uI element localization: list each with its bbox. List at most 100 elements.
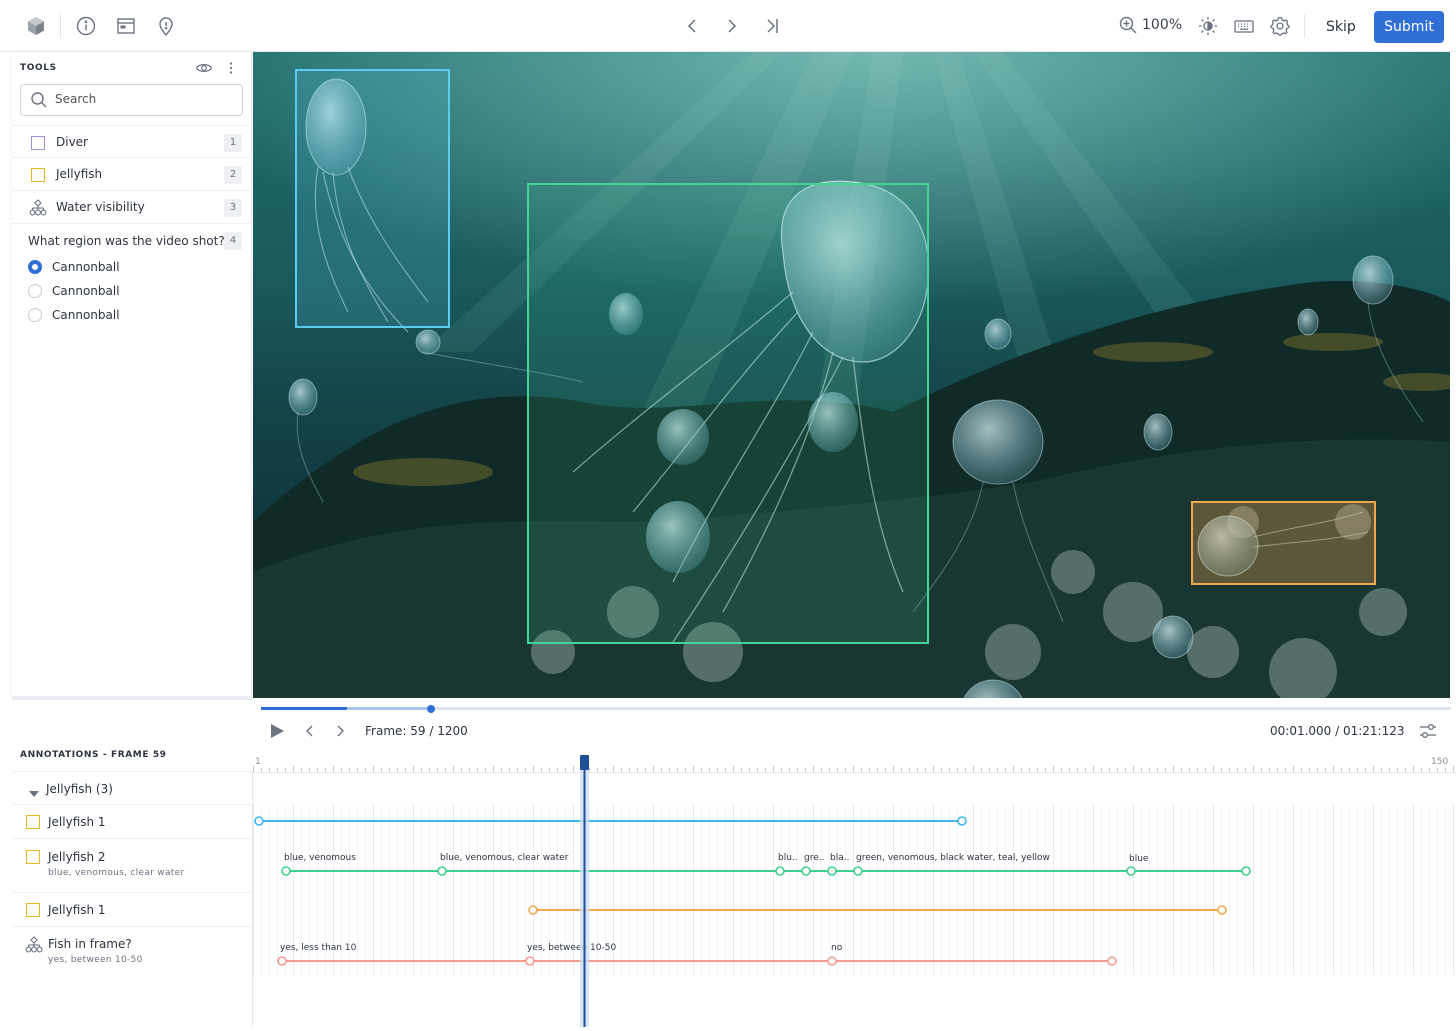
bounding-box-icon	[26, 903, 40, 917]
more-options-icon[interactable]	[227, 60, 235, 80]
bounding-box-jellyfish-1[interactable]	[295, 69, 450, 328]
tool-item-water-visibility[interactable]: Water visibility 3	[12, 191, 252, 224]
keyframe[interactable]	[957, 816, 967, 826]
keyframe[interactable]	[1107, 956, 1117, 966]
frame-counter: Frame: 59 / 1200	[365, 724, 468, 738]
radio-option-cannonball[interactable]: Cannonball	[28, 306, 228, 326]
bounding-box-icon	[31, 168, 45, 182]
previous-frame-icon[interactable]	[680, 14, 704, 38]
shortcut-badge: 1	[224, 134, 242, 152]
top-toolbar: 100% Skip Submit	[0, 0, 1456, 52]
caret-down-icon[interactable]	[28, 784, 40, 803]
zoom-level: 100%	[1142, 17, 1183, 33]
info-icon[interactable]	[74, 14, 98, 38]
keyframe[interactable]	[437, 866, 447, 876]
tool-label: Water visibility	[56, 200, 145, 214]
location-pin-icon[interactable]	[154, 14, 178, 38]
keyframe-label: gre..	[804, 853, 824, 863]
radio-label: Cannonball	[52, 260, 120, 274]
brightness-icon[interactable]	[1196, 14, 1220, 38]
keyframe[interactable]	[775, 866, 785, 876]
annotation-timeline[interactable]: 1 150 blue, venomous blue, venomous, cle…	[253, 752, 1456, 1027]
search-input[interactable]	[55, 92, 235, 106]
submit-button[interactable]: Submit	[1374, 11, 1444, 43]
progress-handle[interactable]	[427, 705, 435, 713]
keyframe-label: blue, venomous, clear water	[440, 853, 569, 863]
bounding-box-jellyfish-3[interactable]	[1191, 501, 1376, 585]
annotation-row[interactable]: Jellyfish 1	[12, 892, 253, 926]
radio-label: Cannonball	[52, 284, 120, 298]
radio-option-cannonball[interactable]: Cannonball	[28, 258, 228, 278]
visibility-eye-icon[interactable]	[195, 60, 213, 80]
layout-panel-icon[interactable]	[114, 14, 138, 38]
timeline-end-label: 150	[1431, 757, 1448, 767]
bounding-box-jellyfish-2[interactable]	[527, 183, 929, 644]
zoom-control[interactable]: 100%	[1118, 15, 1182, 35]
toolbar-divider	[60, 14, 61, 38]
annotation-name: Fish in frame?	[48, 937, 132, 951]
timeline-graph[interactable]: 1 150 blue, venomous blue, venomous, cle…	[253, 752, 1456, 1027]
annotation-attributes: blue, venomous, clear water	[48, 868, 185, 878]
keyframe[interactable]	[801, 866, 811, 876]
play-icon[interactable]	[269, 722, 285, 744]
video-canvas[interactable]	[253, 52, 1450, 698]
tools-panel-title: TOOLS	[20, 63, 57, 73]
video-controls: Frame: 59 / 1200 00:01.000 / 01:21:123	[253, 698, 1456, 746]
keyframe[interactable]	[827, 866, 837, 876]
keyframe[interactable]	[1126, 866, 1136, 876]
settings-gear-icon[interactable]	[1268, 14, 1292, 38]
keyframe[interactable]	[277, 956, 287, 966]
timeline-start-label: 1	[255, 757, 261, 767]
previous-frame-icon[interactable]	[301, 722, 317, 744]
playback-settings-sliders-icon[interactable]	[1417, 720, 1439, 746]
annotation-row[interactable]: Jellyfish 2 blue, venomous, clear water	[12, 838, 253, 892]
keyframe[interactable]	[281, 866, 291, 876]
keyframe[interactable]	[853, 866, 863, 876]
next-frame-icon[interactable]	[720, 14, 744, 38]
keyframe[interactable]	[1241, 866, 1251, 876]
classification-tree-icon	[28, 198, 48, 222]
annotation-row[interactable]: Jellyfish 1	[12, 804, 253, 838]
next-frame-icon[interactable]	[333, 722, 349, 744]
shortcut-badge: 2	[224, 166, 242, 184]
radio-option-cannonball[interactable]: Cannonball	[28, 282, 228, 302]
tool-item-jellyfish[interactable]: Jellyfish 2	[12, 158, 252, 191]
keyframe[interactable]	[827, 956, 837, 966]
keyframe[interactable]	[254, 816, 264, 826]
tools-panel: TOOLS Diver 1 Jellyfish 2 Water visibili…	[12, 52, 252, 697]
annotations-title: ANNOTATIONS - FRAME 59	[20, 750, 167, 760]
keyframe-label: blu..	[778, 853, 798, 863]
radio-unselected-icon[interactable]	[28, 284, 42, 298]
annotation-name: Jellyfish 2	[48, 850, 106, 864]
region-question-label: What region was the video shot?	[28, 234, 225, 248]
bounding-box-icon	[26, 850, 40, 864]
keyboard-icon[interactable]	[1232, 14, 1256, 38]
bounding-box-icon	[31, 136, 45, 150]
progress-track[interactable]	[261, 707, 1451, 710]
radio-unselected-icon[interactable]	[28, 308, 42, 322]
playhead-handle[interactable]	[580, 755, 589, 770]
keyframe-label: yes, less than 10	[280, 943, 357, 953]
toolbar-divider	[1304, 14, 1305, 38]
annotation-name: Jellyfish 1	[48, 815, 106, 829]
annotation-attributes: yes, between 10-50	[48, 955, 143, 965]
group-label: Jellyfish (3)	[46, 782, 113, 796]
keyframe[interactable]	[1217, 905, 1227, 915]
keyframe[interactable]	[528, 905, 538, 915]
tool-label: Diver	[56, 135, 88, 149]
keyframe-label: bla..	[830, 853, 849, 863]
time-display: 00:01.000 / 01:21:123	[1270, 724, 1405, 738]
radio-selected-icon[interactable]	[28, 260, 42, 274]
skip-to-end-icon[interactable]	[760, 14, 784, 38]
annotation-row[interactable]: Fish in frame? yes, between 10-50	[12, 926, 253, 976]
panel-separator	[12, 696, 252, 700]
shortcut-badge: 4	[224, 232, 242, 250]
keyframe[interactable]	[525, 956, 535, 966]
keyframe-label: yes, between 10-50	[527, 943, 616, 953]
tool-label: Jellyfish	[56, 167, 103, 181]
tool-item-diver[interactable]: Diver 1	[12, 125, 252, 158]
skip-button[interactable]: Skip	[1316, 11, 1366, 43]
annotation-name: Jellyfish 1	[48, 903, 106, 917]
tools-search[interactable]	[20, 84, 243, 116]
annotation-group-jellyfish[interactable]: Jellyfish (3)	[12, 771, 253, 804]
